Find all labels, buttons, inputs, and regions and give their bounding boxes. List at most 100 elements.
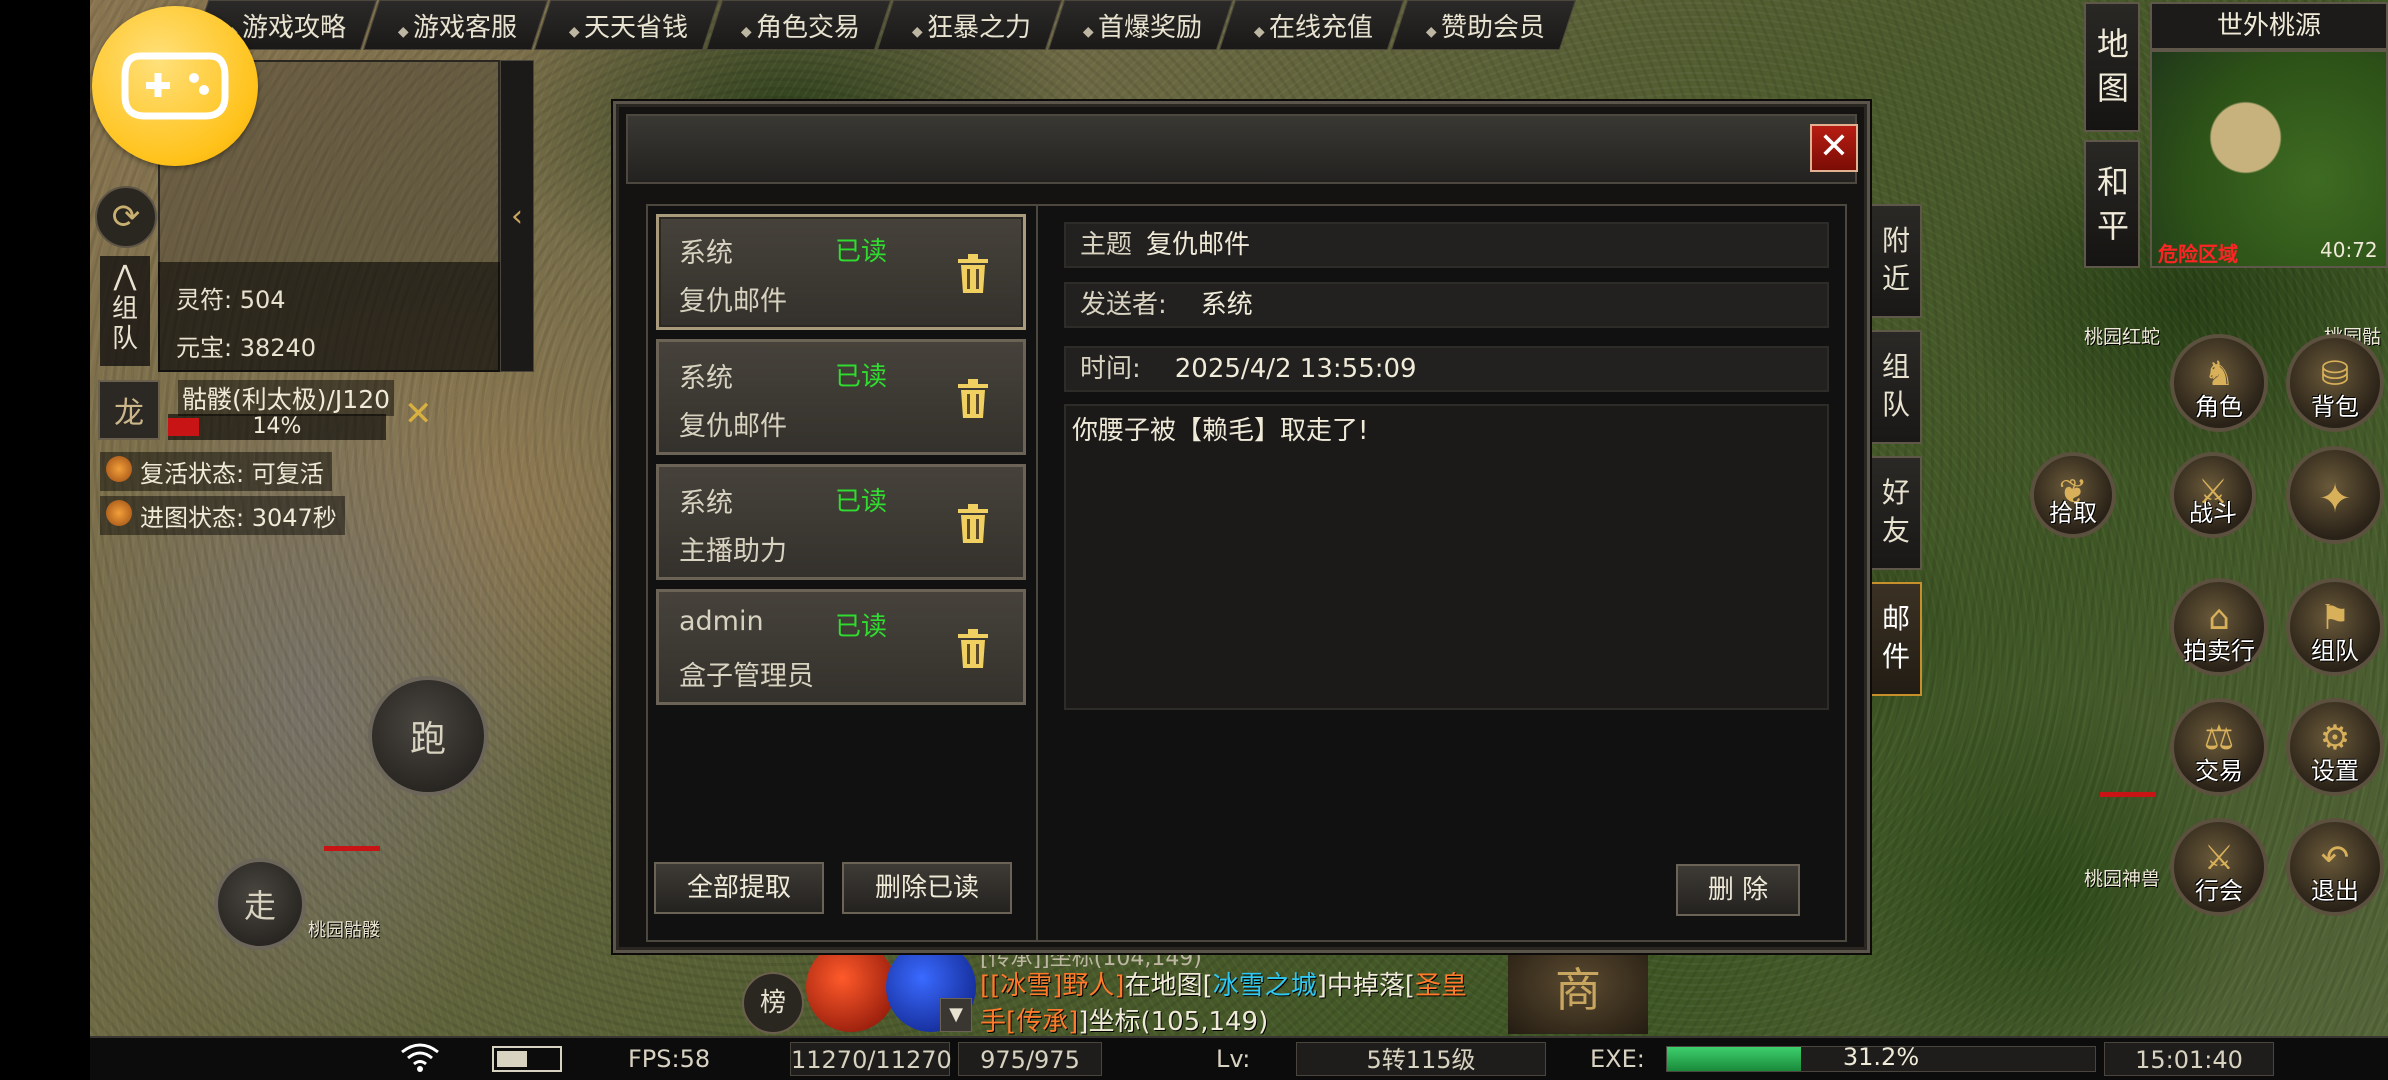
compass-button[interactable]: ✦ [2286,446,2384,544]
sender-value: 系统 [1200,290,1253,320]
team-button[interactable]: ⚑ 组队 [2286,578,2384,676]
game-box-app-icon[interactable] [92,6,258,166]
tab-label: 在线充值 [1254,7,1374,44]
mob-name-label[interactable]: 桃园红蛇 [2084,322,2160,349]
auction-button[interactable]: ⌂ 拍卖行 [2170,578,2268,676]
pickup-button[interactable]: ❦ 拾取 [2030,452,2116,538]
exit-button[interactable]: ↶ 退出 [2286,818,2384,916]
mail-sender-field: 发送者: 系统 [1064,282,1829,328]
fps-readout: FPS:58 [628,1045,711,1073]
tab-mail[interactable]: 邮件 [1870,582,1922,696]
hp-percent: 14% [252,414,302,439]
mob-name-label[interactable]: 桃园骷髅 [308,916,380,942]
battery-icon [492,1046,562,1072]
delete-mail-button[interactable]: 删 除 [1676,864,1800,916]
bag-button[interactable]: ⛁ 背包 [2286,334,2384,432]
tab-friends[interactable]: 好友 [1870,456,1922,570]
shop-button[interactable]: 商 [1508,948,1648,1034]
map-entry-status: 进图状态: 3047秒 [100,496,345,535]
mail-body-text: 你腰子被【赖毛】取走了! [1072,416,1369,446]
revive-status: 复活状态: 可复活 [100,452,332,491]
map-button[interactable]: 地图 [2084,2,2140,132]
auction-icon: ⌂ [2208,598,2230,638]
run-button[interactable]: 跑 [368,676,488,796]
player-status: 龙 骷髅(利太极)/J120 14% [98,380,428,440]
trash-icon[interactable] [955,378,991,420]
crossed-swords-icon[interactable]: ✕ [404,394,433,434]
top-tab-bar: 游戏攻略 游戏客服 天天省钱 角色交易 狂暴之力 首爆奖励 在线充值 赞助会员 [191,0,1576,50]
walk-button[interactable]: 走 [214,858,306,950]
tab-friends-label: 好友 [1881,476,1910,547]
mob-name-label[interactable]: 桃园神兽 [2084,864,2160,891]
tab-label: 角色交易 [741,7,860,44]
mail-subject: 盒子管理员 [679,661,814,692]
tab-first-drop-reward[interactable]: 首爆奖励 [1048,0,1234,50]
clock: 15:01:40 [2104,1042,2274,1076]
group-label: 组队 [111,294,138,354]
shield-icon [106,456,132,482]
guild-button[interactable]: ⚔ 行会 [2170,818,2268,916]
collapse-panel-button[interactable]: ‹ [500,60,534,372]
mail-list-item[interactable]: admin 已读 盒子管理员 [656,589,1026,705]
collect-all-button[interactable]: 全部提取 [654,862,824,914]
return-arrow-icon: ↶ [2320,838,2350,878]
chevron-left-icon: ‹ [511,198,523,234]
mail-list-item[interactable]: 系统 已读 复仇邮件 [656,214,1026,330]
tab-sponsor-member[interactable]: 赞助会员 [1390,0,1576,50]
exp-bar: 31.2% [1666,1043,2096,1072]
trade-icon: ⚖ [2203,718,2235,758]
status-bar: FPS:58 11270/11270 975/975 Lv: 5转115级 EX… [90,1036,2388,1080]
stat-yuanbao: 元宝: 38240 [176,334,317,362]
danger-zone-label: 危险区域 [2158,242,2238,266]
peace-mode-button[interactable]: 和平 [2084,140,2140,268]
tab-online-recharge[interactable]: 在线充值 [1219,0,1405,50]
tab-berserk-power[interactable]: 狂暴之力 [876,0,1063,50]
chat-line: 手[传承]]坐标(105,149) [980,1007,1269,1037]
chat-dropdown-button[interactable]: ▼ [940,998,972,1032]
delete-read-button[interactable]: 删除已读 [842,862,1012,914]
map-button-label: 地图 [2097,25,2130,107]
swords-icon: ⚔ [2197,472,2229,512]
mail-list-item[interactable]: 系统 已读 复仇邮件 [656,339,1026,455]
close-icon: ✕ [1818,126,1850,167]
tab-customer-service[interactable]: 游戏客服 [363,0,549,50]
mail-read-status: 已读 [835,612,888,642]
mail-read-status: 已读 [835,237,888,267]
dragon-avatar-icon[interactable]: 龙 [98,380,160,440]
tab-nearby-label: 附近 [1881,224,1910,295]
tab-label: 赞助会员 [1426,7,1545,44]
refresh-button[interactable]: ⟳ [95,186,157,248]
tab-save-money[interactable]: 天天省钱 [534,0,720,50]
refresh-icon: ⟳ [111,197,141,237]
trade-button[interactable]: ⚖ 交易 [2170,698,2268,796]
tab-character-trade[interactable]: 角色交易 [705,0,892,50]
character-button[interactable]: ♞ 角色 [2170,334,2268,432]
tab-team[interactable]: 组队 [1870,330,1922,444]
hp-orb [806,942,896,1032]
trash-icon[interactable] [955,628,991,670]
ranking-button[interactable]: 榜 [742,972,804,1034]
trash-icon[interactable] [955,253,991,295]
minimap[interactable] [2150,50,2388,268]
trash-icon[interactable] [955,503,991,545]
settings-button[interactable]: ⚙ 设置 [2286,698,2384,796]
group-toggle[interactable]: ⋀ 组队 [100,256,150,366]
hp-bar: 14% [168,414,386,440]
mail-list-item[interactable]: 系统 已读 主播助力 [656,464,1026,580]
tab-team-label: 组队 [1881,350,1910,421]
mail-subject: 复仇邮件 [679,286,787,317]
exp-label: EXE: [1590,1045,1645,1073]
subject-label: 主题 [1080,230,1133,260]
tab-label: 首爆奖励 [1083,7,1202,44]
exp-percent: 31.2% [1842,1043,1920,1071]
battle-button[interactable]: ⚔ 战斗 [2170,452,2256,538]
tab-nearby[interactable]: 附近 [1870,204,1922,318]
peace-mode-label: 和平 [2097,163,2130,245]
time-label: 时间: [1080,354,1141,384]
tab-label: 游戏客服 [398,7,517,44]
close-button[interactable]: ✕ [1810,124,1858,172]
mail-dialog: ✕ 系统 已读 复仇邮件 系统 已读 复仇邮件 系统 已读 主播助力 admin… [613,101,1870,953]
feather-icon: ❦ [2058,472,2088,512]
mail-body: 你腰子被【赖毛】取走了! [1064,404,1829,710]
hp-readout: 11270/11270 [790,1042,952,1076]
